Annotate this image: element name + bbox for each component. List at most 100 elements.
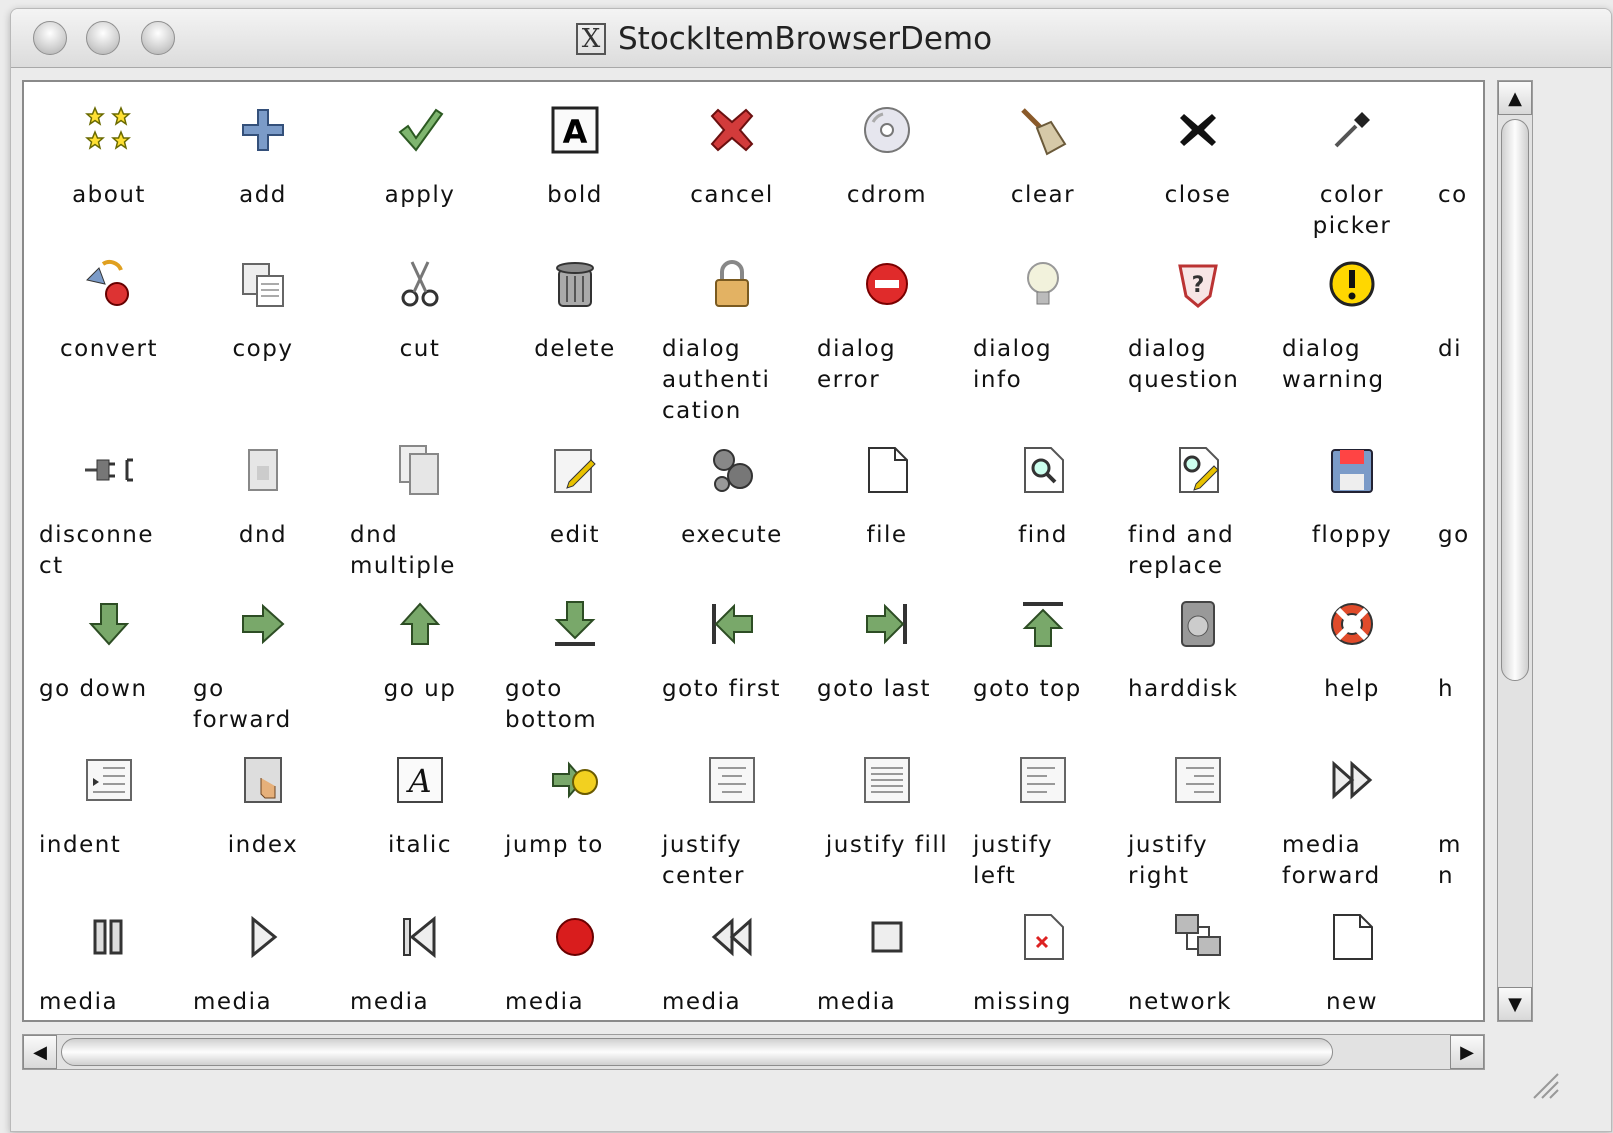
justify-fill-icon — [809, 750, 965, 810]
stock-item-view[interactable]: about add apply Abold cancel cdrom clear close c… — [22, 80, 1485, 1022]
stock-item-label: close — [1164, 182, 1232, 208]
forward-icon — [1274, 750, 1430, 810]
stock-item-label: copy — [232, 336, 294, 362]
stock-item-label: index — [227, 832, 299, 858]
scroll-right-button[interactable]: ▶ — [1450, 1035, 1484, 1069]
stock-item-label: media forward — [1282, 832, 1381, 889]
checkmark-icon — [342, 100, 498, 160]
stock-item-label: goto first — [662, 676, 782, 702]
stock-item-label: help — [1324, 676, 1380, 702]
stock-item-label: cut — [399, 336, 441, 362]
title-bar[interactable]: X StockItemBrowserDemo — [11, 9, 1611, 68]
jump-to-icon — [497, 750, 653, 810]
broom-icon — [965, 100, 1121, 160]
stock-item-label: media pause — [39, 989, 119, 1015]
stock-item-label: missing image — [973, 989, 1072, 1015]
goto-last-icon — [809, 594, 965, 654]
scroll-left-button[interactable]: ◀ — [23, 1035, 57, 1069]
vertical-scrollbar[interactable]: ▲ ▼ — [1497, 80, 1533, 1022]
floppy-icon — [1274, 440, 1430, 500]
scroll-up-button[interactable]: ▲ — [1498, 81, 1532, 115]
horizontal-scrollbar[interactable]: ◀ ▶ — [22, 1034, 1485, 1070]
stock-item-label: about — [72, 182, 146, 208]
stock-item-label: media stop — [817, 989, 897, 1015]
vertical-scroll-thumb[interactable] — [1501, 119, 1529, 681]
stock-item-label: italic — [388, 832, 452, 858]
stock-item-label: clear — [1010, 182, 1076, 208]
arrow-up-icon — [342, 594, 498, 654]
stock-item-label: media previous — [350, 989, 430, 1015]
bold-a-icon: A — [497, 100, 653, 160]
stock-item-label: color picker — [1312, 182, 1392, 239]
stock-item-label: bold — [547, 182, 603, 208]
x11-icon: X — [576, 23, 606, 55]
stock-item-label: dialog info — [973, 336, 1053, 393]
svg-text:A: A — [563, 113, 588, 151]
window-title-text: StockItemBrowserDemo — [618, 21, 993, 57]
file-icon — [809, 440, 965, 500]
stock-item-label: goto top — [973, 676, 1082, 702]
stock-item-label: m n — [1438, 832, 1462, 889]
stock-item-label: dialog question — [1128, 336, 1240, 393]
stock-item-label: cdrom — [846, 182, 928, 208]
stock-item-label: go — [1438, 522, 1470, 548]
stock-item-label: dialog authenti cation — [662, 336, 771, 424]
black-x-icon — [1120, 100, 1276, 160]
stock-item-label: add — [239, 182, 287, 208]
stock-item-label: apply — [384, 182, 456, 208]
stock-item-label: co — [1438, 182, 1468, 208]
justify-left-icon — [965, 750, 1121, 810]
resize-grip-icon[interactable] — [1520, 1060, 1560, 1100]
zoom-window-button[interactable] — [141, 21, 175, 55]
harddisk-icon — [1120, 594, 1276, 654]
italic-icon: A — [342, 750, 498, 810]
record-icon — [497, 907, 653, 967]
stars-icon — [31, 100, 187, 160]
stock-item-label: go forward — [193, 676, 292, 733]
edit-icon — [497, 440, 653, 500]
new-icon — [1274, 907, 1430, 967]
stock-item-label: media play — [193, 989, 273, 1015]
stock-item-label: justify right — [1128, 832, 1209, 889]
indent-icon — [31, 750, 187, 810]
stock-item-label: network — [1128, 989, 1232, 1015]
plus-icon — [185, 100, 341, 160]
horizontal-scroll-thumb[interactable] — [61, 1038, 1333, 1066]
stock-item-label: media rewind — [662, 989, 742, 1015]
stock-item-label: floppy — [1311, 522, 1393, 548]
stock-item-label: find — [1018, 522, 1068, 548]
stop-icon — [809, 907, 965, 967]
stock-item-label: disconne ct — [39, 522, 154, 579]
cdrom-icon — [809, 100, 965, 160]
eyedropper-icon — [1274, 100, 1430, 160]
scissors-icon — [342, 254, 498, 314]
stock-item-label: justify center — [662, 832, 745, 889]
stock-item-label: file — [866, 522, 908, 548]
arrow-right-icon — [185, 594, 341, 654]
copy-icon — [185, 254, 341, 314]
justify-right-icon — [1120, 750, 1276, 810]
scroll-down-button[interactable]: ▼ — [1498, 987, 1532, 1021]
gears-icon — [654, 440, 810, 500]
rewind-icon — [654, 907, 810, 967]
dnd-icon — [185, 440, 341, 500]
stock-item-label: harddisk — [1128, 676, 1239, 702]
index-icon — [185, 750, 341, 810]
minimize-window-button[interactable] — [86, 21, 120, 55]
stock-item-label: dnd multiple — [350, 522, 456, 579]
red-x-icon — [654, 100, 810, 160]
lifebuoy-icon — [1274, 594, 1430, 654]
stock-item-label: delete — [534, 336, 616, 362]
warning-icon — [1274, 254, 1430, 314]
stock-item-label: justify fill — [825, 832, 949, 858]
dnd-multiple-icon — [342, 440, 498, 500]
stock-item-label: new — [1325, 989, 1379, 1015]
arrow-down-icon — [31, 594, 187, 654]
play-icon — [185, 907, 341, 967]
window-title: X StockItemBrowserDemo — [576, 21, 992, 57]
stock-item-label: h — [1438, 676, 1455, 702]
stock-item-label: goto last — [817, 676, 932, 702]
find-icon — [965, 440, 1121, 500]
close-window-button[interactable] — [33, 21, 67, 55]
stock-item-label: dialog warning — [1282, 336, 1385, 393]
